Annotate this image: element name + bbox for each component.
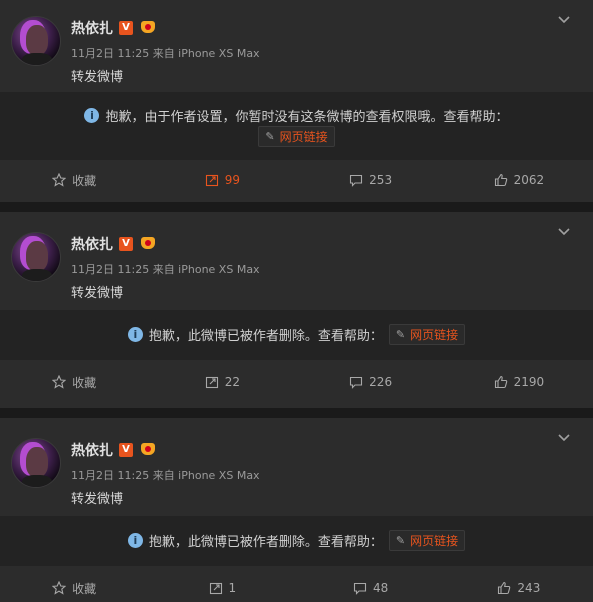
link-wrap: ✎ 网页链接	[0, 126, 593, 147]
verified-icon[interactable]: V	[119, 237, 133, 251]
web-link-button[interactable]: ✎ 网页链接	[258, 126, 335, 147]
post-header: 热依扎 V 11月2日 11:25 来自 iPhone XS Max 转发微博	[0, 212, 593, 310]
notice-box: i 抱歉，此微博已被作者删除。查看帮助： ✎ 网页链接	[0, 516, 593, 566]
info-icon: i	[84, 108, 100, 123]
avatar[interactable]	[11, 16, 61, 66]
notice-line: i 抱歉，此微博已被作者删除。查看帮助： ✎ 网页链接	[0, 324, 593, 345]
favorite-label: 收藏	[72, 375, 97, 390]
vip-crown-icon[interactable]	[139, 21, 157, 35]
comment-button[interactable]: 48	[297, 581, 445, 595]
repost-icon	[205, 174, 218, 187]
comment-button[interactable]: 226	[297, 375, 445, 389]
info-icon: i	[127, 533, 143, 548]
comment-count: 226	[369, 375, 393, 389]
favorite-button[interactable]: 收藏	[0, 374, 148, 391]
post-text: 转发微博	[71, 70, 124, 85]
notice-text: 抱歉，此微博已被作者删除。查看帮助：	[148, 535, 383, 550]
vip-crown-icon[interactable]	[139, 237, 157, 251]
chevron-down-icon[interactable]	[557, 430, 571, 444]
like-button[interactable]: 243	[445, 581, 593, 595]
post-meta[interactable]: 11月2日 11:25 来自 iPhone XS Max	[71, 45, 260, 61]
pencil-icon: ✎	[395, 534, 406, 547]
repost-count: 1	[228, 581, 237, 595]
favorite-button[interactable]: 收藏	[0, 580, 148, 597]
repost-count: 22	[224, 375, 241, 389]
like-button[interactable]: 2190	[445, 375, 593, 389]
notice-text: 抱歉，此微博已被作者删除。查看帮助：	[148, 329, 383, 344]
author-row: 热依扎 V	[71, 440, 157, 460]
comment-icon	[350, 174, 363, 187]
favorite-label: 收藏	[72, 581, 97, 596]
action-bar: 收藏 1 48 243	[0, 568, 593, 602]
post-header: 热依扎 V 11月2日 11:25 来自 iPhone XS Max 转发微博	[0, 0, 593, 92]
avatar[interactable]	[11, 438, 61, 488]
notice-line: i 抱歉，由于作者设置，你暂时没有这条微博的查看权限哦。查看帮助：	[0, 106, 593, 125]
post-text: 转发微博	[71, 492, 124, 507]
post-meta[interactable]: 11月2日 11:25 来自 iPhone XS Max	[71, 467, 260, 483]
author-name[interactable]: 热依扎	[71, 440, 113, 460]
author-row: 热依扎 V	[71, 234, 157, 254]
thumbs-up-icon	[494, 173, 507, 187]
avatar[interactable]	[11, 232, 61, 282]
like-count: 2190	[513, 375, 545, 389]
thumbs-up-icon	[498, 581, 511, 595]
comment-icon	[353, 582, 367, 595]
repost-icon	[209, 582, 222, 595]
pencil-icon: ✎	[395, 328, 406, 341]
action-bar: 收藏 99 253 2062	[0, 160, 593, 200]
web-link-label: 网页链接	[279, 130, 328, 144]
vip-crown-icon[interactable]	[139, 443, 157, 457]
star-icon	[52, 173, 67, 187]
post-card: 热依扎 V 11月2日 11:25 来自 iPhone XS Max 转发微博 …	[0, 418, 593, 602]
star-icon	[52, 375, 67, 389]
repost-icon	[205, 376, 218, 389]
star-icon	[52, 581, 67, 595]
notice-text: 抱歉，由于作者设置，你暂时没有这条微博的查看权限哦。查看帮助：	[105, 110, 509, 125]
like-count: 2062	[513, 173, 545, 187]
author-name[interactable]: 热依扎	[71, 18, 113, 38]
favorite-button[interactable]: 收藏	[0, 172, 148, 189]
post-card: 热依扎 V 11月2日 11:25 来自 iPhone XS Max 转发微博 …	[0, 212, 593, 408]
thumbs-up-icon	[494, 375, 507, 389]
notice-line: i 抱歉，此微博已被作者删除。查看帮助： ✎ 网页链接	[0, 530, 593, 551]
comment-icon	[350, 376, 363, 389]
post-text: 转发微博	[71, 286, 124, 301]
comment-count: 253	[369, 173, 393, 187]
like-button[interactable]: 2062	[445, 173, 593, 187]
repost-count: 99	[224, 173, 241, 187]
favorite-label: 收藏	[72, 173, 97, 188]
post-card: 热依扎 V 11月2日 11:25 来自 iPhone XS Max 转发微博 …	[0, 0, 593, 202]
comment-count: 48	[372, 581, 389, 595]
web-link-button[interactable]: ✎ 网页链接	[388, 324, 466, 345]
repost-button[interactable]: 22	[148, 375, 296, 389]
web-link-label: 网页链接	[410, 328, 459, 342]
comment-button[interactable]: 253	[297, 173, 445, 187]
notice-box: i 抱歉，此微博已被作者删除。查看帮助： ✎ 网页链接	[0, 310, 593, 360]
post-meta[interactable]: 11月2日 11:25 来自 iPhone XS Max	[71, 261, 260, 277]
verified-icon[interactable]: V	[119, 21, 133, 35]
weibo-feed: 热依扎 V 11月2日 11:25 来自 iPhone XS Max 转发微博 …	[0, 0, 593, 602]
chevron-down-icon[interactable]	[557, 224, 571, 238]
pencil-icon: ✎	[265, 130, 275, 143]
author-name[interactable]: 热依扎	[71, 234, 113, 254]
web-link-label: 网页链接	[410, 534, 459, 548]
verified-icon[interactable]: V	[119, 443, 133, 457]
like-count: 243	[517, 581, 541, 595]
action-bar: 收藏 22 226 2190	[0, 362, 593, 402]
chevron-down-icon[interactable]	[557, 12, 571, 26]
repost-button[interactable]: 99	[148, 173, 296, 187]
post-header: 热依扎 V 11月2日 11:25 来自 iPhone XS Max 转发微博	[0, 418, 593, 516]
author-row: 热依扎 V	[71, 18, 157, 38]
info-icon: i	[127, 327, 143, 342]
notice-box: i 抱歉，由于作者设置，你暂时没有这条微博的查看权限哦。查看帮助： ✎ 网页链接	[0, 92, 593, 160]
web-link-button[interactable]: ✎ 网页链接	[388, 530, 466, 551]
repost-button[interactable]: 1	[148, 581, 296, 595]
